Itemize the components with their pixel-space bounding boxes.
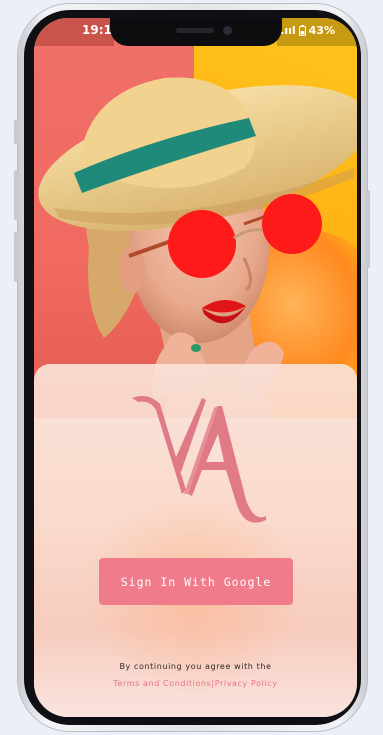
- model-illustration: [38, 77, 357, 418]
- screen-root: 19:18 ↑↓ .ııl 43% VA: [0, 0, 383, 735]
- battery-percent: 43%: [308, 24, 335, 37]
- notch: [110, 18, 282, 46]
- speaker-grille: [176, 28, 214, 33]
- hero-image: [34, 18, 357, 418]
- terms-notice: By continuing you agree with the Terms a…: [34, 658, 357, 692]
- camera-icon: [223, 26, 232, 35]
- privacy-link[interactable]: Privacy Policy: [215, 679, 278, 688]
- power-button: [366, 190, 370, 268]
- brand-logo: VA: [132, 396, 266, 523]
- phone-screen: 19:18 ↑↓ .ııl 43% VA: [34, 18, 357, 717]
- mute-switch: [14, 120, 18, 144]
- terms-link[interactable]: Terms and Conditions: [113, 679, 211, 688]
- login-card: VA Sign In With Google By continuing you…: [34, 364, 357, 717]
- volume-down-button: [14, 232, 18, 282]
- sign-in-google-button[interactable]: Sign In With Google: [99, 558, 293, 605]
- agree-text: By continuing you agree with the: [119, 662, 272, 671]
- battery-icon: [298, 25, 306, 36]
- volume-up-button: [14, 170, 18, 220]
